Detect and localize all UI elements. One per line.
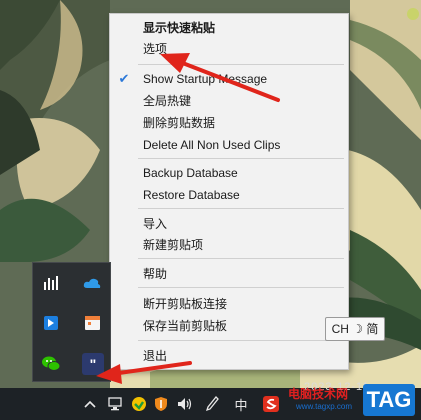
tray-overflow-flyout: " (32, 262, 111, 382)
calendar-app-icon[interactable] (82, 313, 102, 333)
checkmark-icon: ✔ (118, 71, 130, 86)
menu-separator (138, 287, 344, 288)
menu-item-help[interactable]: 帮助 (110, 264, 348, 284)
volume-icon[interactable] (176, 394, 194, 414)
menu-item-delete-all-non-used-clips[interactable]: Delete All Non Used Clips (110, 135, 348, 155)
pen-icon[interactable] (203, 394, 221, 414)
menu-separator (138, 64, 344, 65)
ime-mode-tooltip: CH ☽ 简 (325, 317, 385, 341)
watermark-url: www.tagxp.com (296, 402, 353, 411)
onedrive-cloud-icon[interactable] (82, 273, 102, 293)
chevron-up-icon[interactable] (83, 394, 97, 414)
menu-item-show-quick-paste[interactable]: 显示快速粘贴 (110, 18, 348, 38)
menu-item-exit[interactable]: 退出 (110, 346, 348, 366)
watermark-site-name: 电脑技术网 (288, 387, 349, 401)
shield-icon[interactable] (152, 394, 170, 414)
menu-separator (138, 208, 344, 209)
menu-item-save-current-clipboard[interactable]: 保存当前剪贴板 (110, 316, 348, 336)
menu-item-restore-database[interactable]: Restore Database (110, 185, 348, 205)
wechat-icon[interactable] (41, 353, 61, 373)
menu-item-new-clip[interactable]: 新建剪贴项 (110, 235, 348, 255)
ditto-clipboard-icon[interactable]: " (82, 353, 104, 375)
menu-item-import[interactable]: 导入 (110, 214, 348, 234)
ime-script-label: 简 (366, 322, 379, 336)
app-green-icon[interactable] (130, 394, 148, 414)
menu-item-show-startup-message[interactable]: ✔ Show Startup Message (110, 69, 348, 89)
menu-item-backup-database[interactable]: Backup Database (110, 163, 348, 183)
ime-icon[interactable]: 中 (232, 394, 250, 414)
menu-item-disconnect-clipboard[interactable]: 断开剪贴板连接 (110, 294, 348, 314)
blue-app-icon[interactable] (41, 313, 61, 333)
audio-bars-icon[interactable] (41, 273, 61, 293)
menu-separator (138, 258, 344, 259)
ime-lang-label: CH (331, 322, 349, 336)
ime-app-icon[interactable] (262, 394, 280, 414)
menu-separator (138, 158, 344, 159)
watermark-tag-logo: TAG (363, 384, 415, 416)
moon-icon: ☽ (352, 322, 364, 336)
menu-item-label: Show Startup Message (143, 72, 268, 86)
menu-separator (138, 340, 344, 341)
clipboard-context-menu: 显示快速粘贴 选项 ✔ Show Startup Message 全局热键 删除… (109, 13, 349, 370)
menu-item-global-hotkeys[interactable]: 全局热键 (110, 91, 348, 111)
menu-item-options[interactable]: 选项 (110, 39, 348, 59)
menu-item-delete-clip-data[interactable]: 删除剪贴数据 (110, 113, 348, 133)
network-pc-icon[interactable] (107, 394, 125, 414)
